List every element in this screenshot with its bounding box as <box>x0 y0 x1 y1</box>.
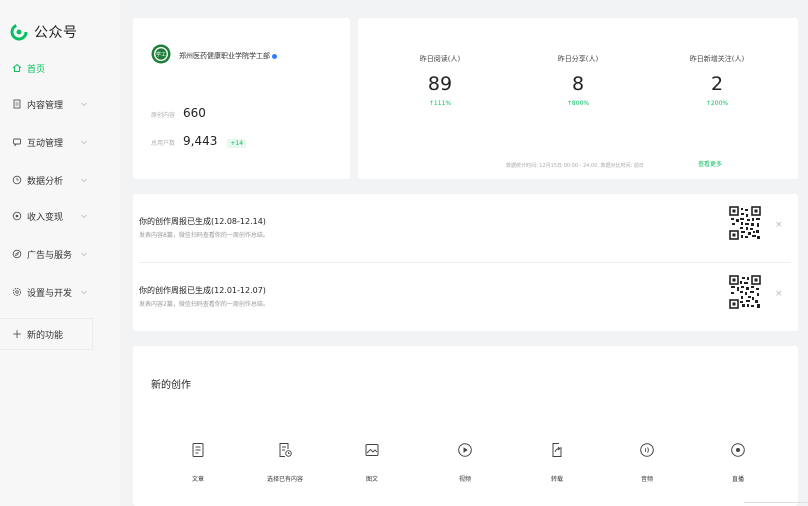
divider <box>744 502 808 503</box>
create-live-button[interactable]: 直播 <box>708 442 768 483</box>
users-delta-badge: +14 <box>227 139 247 148</box>
report-title: 你的创作周报已生成(12.08-12.14) <box>139 217 266 226</box>
account-card: 学工 郑州医药健康职业学院学工部 原创内容 660 总用户数 9,443 +14 <box>133 18 350 179</box>
qr-code-icon <box>729 275 761 309</box>
plus-icon: + <box>12 327 23 341</box>
account-name[interactable]: 郑州医药健康职业学院学工部 <box>179 51 277 61</box>
create-repost-button[interactable]: 转载 <box>527 442 587 483</box>
new-creation-card: 新的创作 文章 选择已有内容 图文 视频 转载 音频 直播 <box>133 346 798 506</box>
wechat-official-logo-icon <box>10 23 28 41</box>
qr-code-icon <box>729 206 761 240</box>
home-icon <box>12 63 22 73</box>
sidebar-item-interaction[interactable]: 互动管理 <box>0 130 120 154</box>
sidebar: 公众号 首页 内容管理 互动管理 数据分析 收入变现 广告与服务 设置与开发 +… <box>0 0 120 506</box>
chevron-down-icon <box>81 290 87 295</box>
report-item: 你的创作周报已生成(12.01-12.07) 发表内容2篇，微信扫码查看你的一周… <box>133 263 798 331</box>
svg-text:学工: 学工 <box>156 51 166 58</box>
app-title: 公众号 <box>34 25 78 41</box>
new-creation-title: 新的创作 <box>151 380 191 391</box>
yesterday-stats-card: 昨日阅读(人) 89 ↑111% 昨日分享(人) 8 ↑800% 昨日新增关注(… <box>358 18 798 179</box>
report-item: 你的创作周报已生成(12.08-12.14) 发表内容8篇，微信扫码查看你的一周… <box>133 194 798 262</box>
stat-reads: 昨日阅读(人) 89 ↑111% <box>419 55 461 107</box>
chevron-down-icon <box>81 178 87 183</box>
original-content-stat: 原创内容 660 <box>151 106 206 120</box>
live-icon <box>731 443 745 457</box>
close-icon[interactable]: × <box>775 289 783 299</box>
report-title: 你的创作周报已生成(12.01-12.07) <box>139 286 266 295</box>
video-icon <box>458 443 472 457</box>
audio-icon <box>640 443 654 457</box>
article-icon <box>192 443 204 457</box>
avatar[interactable]: 学工 <box>151 44 171 64</box>
clock-icon <box>12 175 22 185</box>
create-image-text-button[interactable]: 图文 <box>342 442 402 483</box>
coin-icon <box>12 211 22 221</box>
chevron-down-icon <box>81 102 87 107</box>
chevron-down-icon <box>81 252 87 257</box>
chevron-down-icon <box>81 140 87 145</box>
gear-icon <box>12 287 22 297</box>
image-text-icon <box>365 444 379 456</box>
verified-icon <box>272 53 277 59</box>
weekly-reports-card: 你的创作周报已生成(12.08-12.14) 发表内容8篇，微信扫码查看你的一周… <box>133 194 798 331</box>
sidebar-item-analytics[interactable]: 数据分析 <box>0 168 120 192</box>
sidebar-item-home[interactable]: 首页 <box>0 56 120 80</box>
compass-icon <box>12 249 22 259</box>
total-users-stat: 总用户数 9,443 +14 <box>151 134 247 148</box>
stat-new-follows: 昨日新增关注(人) 2 ↑200% <box>689 55 745 107</box>
report-subtitle: 发表内容8篇，微信扫码查看你的一周创作总结。 <box>139 232 269 239</box>
view-more-link[interactable]: 查看更多 <box>698 159 722 168</box>
create-video-button[interactable]: 视频 <box>435 442 495 483</box>
sidebar-item-ads[interactable]: 广告与服务 <box>0 242 120 266</box>
document-icon <box>12 99 22 109</box>
sidebar-item-monetization[interactable]: 收入变现 <box>0 204 120 228</box>
create-existing-content-button[interactable]: 选择已有内容 <box>255 442 315 483</box>
stat-shares: 昨日分享(人) 8 ↑800% <box>557 55 599 107</box>
sidebar-item-new-feature[interactable]: + 新的功能 <box>0 318 93 350</box>
create-article-button[interactable]: 文章 <box>168 442 228 483</box>
repost-icon <box>552 443 562 457</box>
logo[interactable]: 公众号 <box>10 22 78 42</box>
report-subtitle: 发表内容2篇，微信扫码查看你的一周创作总结。 <box>139 301 269 308</box>
create-audio-button[interactable]: 音频 <box>617 442 677 483</box>
sidebar-item-content[interactable]: 内容管理 <box>0 92 120 116</box>
sidebar-item-settings[interactable]: 设置与开发 <box>0 280 120 304</box>
chevron-down-icon <box>81 214 87 219</box>
chat-icon <box>12 137 22 147</box>
stats-footnote: 数据统计时间: 12月15日 00:00 - 24:00, 数据对比时间: 前日 <box>506 163 644 169</box>
existing-content-icon <box>279 443 292 457</box>
close-icon[interactable]: × <box>775 220 783 230</box>
